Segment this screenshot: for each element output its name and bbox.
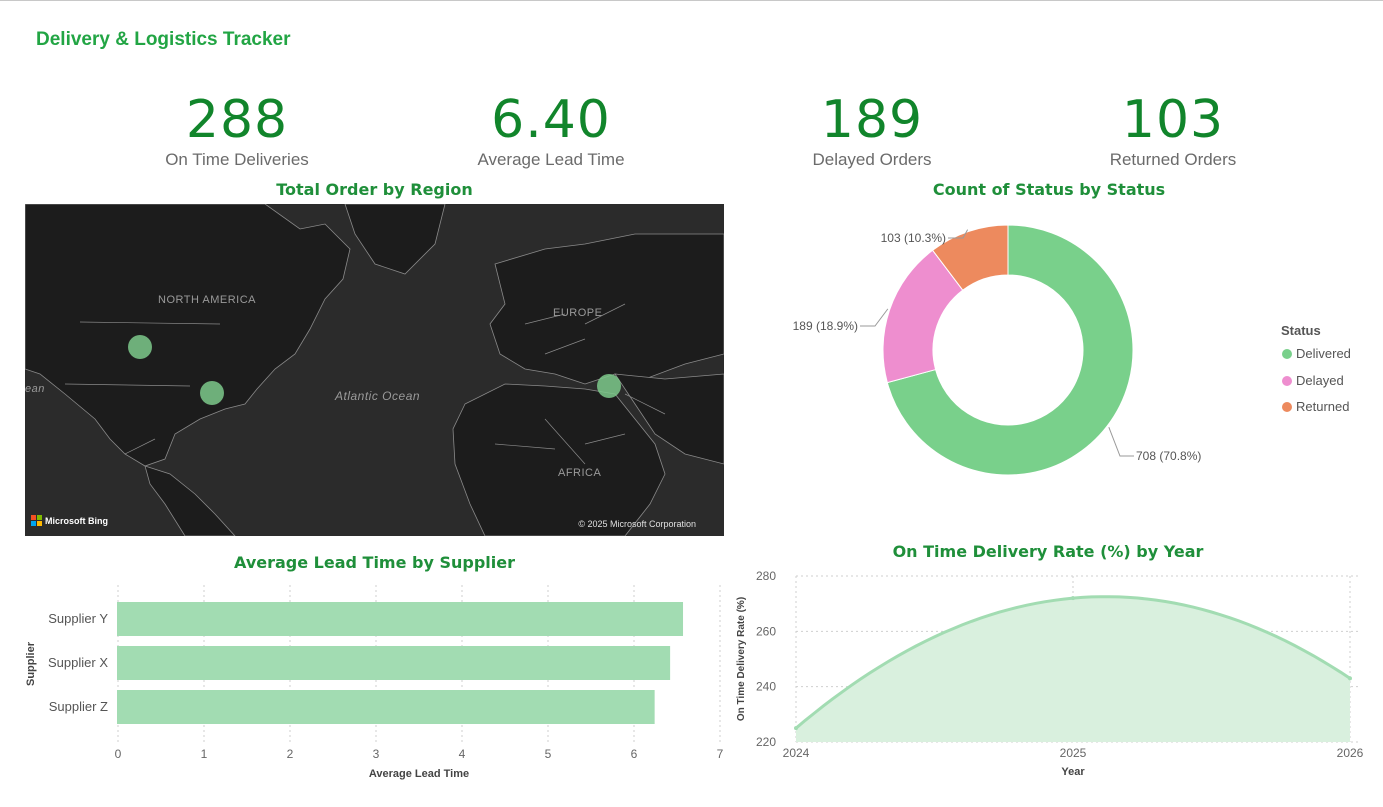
x-axis-title: Year bbox=[1061, 766, 1085, 778]
label-north-america: NORTH AMERICA bbox=[158, 294, 256, 306]
bar-chart[interactable]: 0 1 2 3 4 5 6 7 Supplier Y Supplier X Supplier Z Av… bbox=[20, 580, 740, 800]
data-label-leader bbox=[860, 308, 889, 327]
y-tick-label: Supplier Y bbox=[48, 611, 108, 626]
x-tick-label: 6 bbox=[631, 747, 638, 761]
y-tick-label: Supplier Z bbox=[49, 699, 108, 714]
y-axis-title: Supplier bbox=[25, 641, 37, 686]
kpi-label: Delayed Orders bbox=[812, 150, 932, 169]
region-bubble-south-us[interactable] bbox=[200, 381, 224, 405]
bing-attribution[interactable]: Microsoft Bing bbox=[31, 515, 108, 526]
y-axis-title: On Time Delivery Rate (%) bbox=[736, 597, 747, 721]
central-america-landmass bbox=[144, 465, 236, 536]
y-tick-label: 260 bbox=[756, 624, 776, 638]
y-tick-label: 220 bbox=[756, 735, 776, 749]
x-tick-label: 4 bbox=[459, 747, 466, 761]
label-atlantic-ocean: Atlantic Ocean bbox=[335, 389, 421, 403]
region-bubble-west-us[interactable] bbox=[128, 335, 152, 359]
map-copyright: © 2025 Microsoft Corporation bbox=[578, 519, 696, 529]
donut-chart[interactable]: 708 (70.8%) 189 (18.9%) 103 (10.3%) bbox=[760, 205, 1360, 535]
data-label-delayed: 189 (18.9%) bbox=[793, 319, 858, 333]
y-tick-label: 240 bbox=[756, 680, 776, 694]
x-tick-label: 1 bbox=[201, 747, 208, 761]
legend-item-returned[interactable]: Returned bbox=[1282, 399, 1349, 414]
label-pacific-fragment: ean bbox=[25, 383, 45, 395]
x-axis-title: Average Lead Time bbox=[369, 768, 469, 780]
x-tick-label: 2025 bbox=[1060, 746, 1087, 760]
legend-item-delivered[interactable]: Delivered bbox=[1282, 346, 1351, 361]
kpi-label: Returned Orders bbox=[1109, 150, 1237, 169]
bar-title: Average Lead Time by Supplier bbox=[234, 553, 515, 572]
data-label-returned: 103 (10.3%) bbox=[881, 231, 946, 245]
page-title: Delivery & Logistics Tracker bbox=[36, 29, 291, 50]
label-africa: AFRICA bbox=[558, 467, 602, 479]
area-fill bbox=[796, 596, 1350, 742]
kpi-value: 288 bbox=[185, 90, 289, 150]
x-tick-label: 2024 bbox=[783, 746, 810, 760]
data-point-2026[interactable] bbox=[1348, 676, 1352, 681]
y-tick-label: 280 bbox=[756, 569, 776, 583]
legend-item-delayed[interactable]: Delayed bbox=[1282, 373, 1344, 388]
bar-supplier-x[interactable] bbox=[117, 646, 671, 680]
kpi-label: Average Lead Time bbox=[477, 150, 625, 169]
x-tick-label: 2 bbox=[287, 747, 294, 761]
kpi-value: 189 bbox=[820, 90, 924, 150]
kpi-card-returned[interactable]: 103 Returned Orders bbox=[1043, 92, 1303, 170]
y-tick-label: Supplier X bbox=[48, 655, 108, 670]
area-chart[interactable]: 220 240 260 280 2024 2025 2026 Year On Time Deli… bbox=[728, 565, 1378, 805]
data-label-delivered: 708 (70.8%) bbox=[1136, 449, 1201, 463]
label-europe: EUROPE bbox=[553, 307, 603, 319]
x-tick-label: 2026 bbox=[1337, 746, 1364, 760]
kpi-label: On Time Deliveries bbox=[165, 150, 309, 169]
legend-label: Returned bbox=[1296, 399, 1350, 414]
africa-landmass bbox=[452, 383, 666, 536]
kpi-value: 6.40 bbox=[491, 90, 611, 150]
donut-title: Count of Status by Status bbox=[932, 180, 1166, 199]
legend-dot-icon bbox=[1282, 401, 1292, 412]
bar-supplier-y[interactable] bbox=[117, 602, 684, 636]
microsoft-logo-icon bbox=[31, 515, 42, 526]
top-divider bbox=[0, 0, 1383, 1]
region-map[interactable]: NORTH AMERICA EUROPE AFRICA Atlantic Oce… bbox=[25, 204, 724, 536]
data-point-2024[interactable] bbox=[794, 726, 798, 731]
europe-landmass bbox=[489, 233, 724, 385]
legend-label: Delivered bbox=[1296, 346, 1351, 361]
area-title: On Time Delivery Rate (%) by Year bbox=[892, 542, 1204, 561]
x-tick-label: 0 bbox=[115, 747, 122, 761]
map-title: Total Order by Region bbox=[276, 180, 473, 199]
kpi-card-delayed[interactable]: 189 Delayed Orders bbox=[742, 92, 1002, 170]
legend-dot-icon bbox=[1282, 375, 1292, 386]
x-tick-label: 3 bbox=[373, 747, 380, 761]
data-label-leader bbox=[1108, 427, 1134, 457]
legend-title: Status bbox=[1281, 323, 1321, 338]
legend-label: Delayed bbox=[1296, 373, 1344, 388]
data-point-2025[interactable] bbox=[1071, 596, 1075, 601]
map-canvas bbox=[25, 204, 724, 536]
x-tick-label: 5 bbox=[545, 747, 552, 761]
bar-supplier-z[interactable] bbox=[117, 690, 655, 724]
kpi-value: 103 bbox=[1121, 90, 1225, 150]
greenland-landmass bbox=[344, 204, 446, 275]
kpi-card-on-time[interactable]: 288 On Time Deliveries bbox=[107, 92, 367, 170]
region-bubble-middle-east[interactable] bbox=[597, 374, 621, 398]
bing-label: Microsoft Bing bbox=[45, 515, 108, 526]
x-tick-label: 7 bbox=[717, 747, 724, 761]
legend-dot-icon bbox=[1282, 348, 1292, 359]
north-america-landmass bbox=[25, 204, 351, 467]
kpi-card-lead-time[interactable]: 6.40 Average Lead Time bbox=[421, 92, 681, 170]
